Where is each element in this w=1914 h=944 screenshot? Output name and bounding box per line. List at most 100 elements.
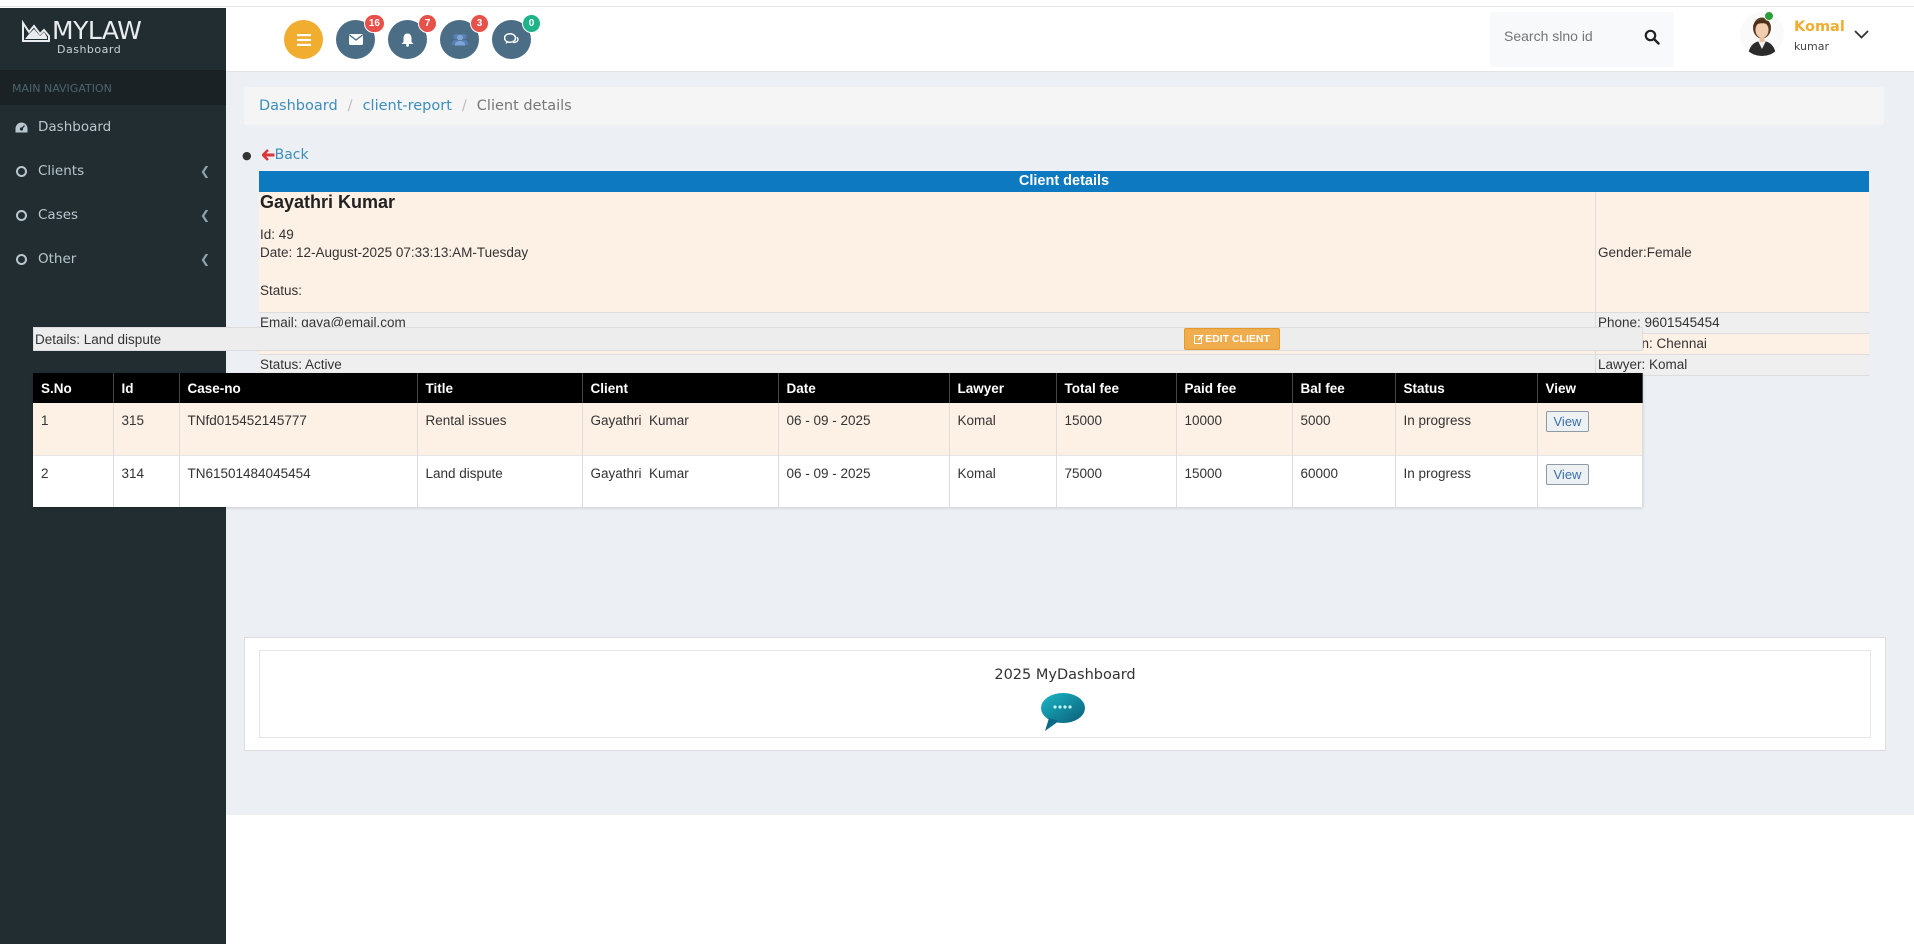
back-label: Back [274, 147, 309, 163]
users-badge: 3 [470, 14, 489, 33]
messages-badge: 16 [363, 14, 385, 33]
column-header: Case-no [179, 373, 418, 403]
sidebar-item-clients[interactable]: Clients ❮ [0, 149, 226, 193]
cell-paid-fee: 10000 [1176, 403, 1293, 455]
cell-bal-fee: 60000 [1292, 454, 1396, 507]
column-header: Total fee [1056, 373, 1177, 403]
sidebar-item-label: Clients [38, 163, 85, 179]
circle-icon [14, 165, 28, 177]
notifications-button[interactable]: 7 [388, 14, 437, 59]
client-details-note-row: Details: Land dispute [33, 327, 1643, 351]
search-box [1490, 12, 1674, 67]
users-icon [451, 33, 468, 46]
cell-id: 314 [113, 454, 180, 507]
sidebar-item-label: Other [38, 251, 77, 267]
search-input[interactable] [1504, 28, 1634, 44]
cases-table: S.No Id Case-no Title Client Date Lawyer… [33, 373, 1643, 507]
column-header: Date [778, 373, 950, 403]
messages-button[interactable]: 16 [336, 14, 385, 59]
column-header: Client [582, 373, 779, 403]
cell-sno: 2 [33, 454, 114, 507]
cell-paid-fee: 15000 [1176, 454, 1293, 507]
mountain-logo-icon [22, 19, 50, 42]
breadcrumb-current: Client details [476, 98, 572, 114]
user-subtitle: kumar [1794, 40, 1829, 53]
cell-date: 06 - 09 - 2025 [778, 454, 950, 507]
client-gender: Gender:Female [1598, 244, 1692, 260]
users-button[interactable]: 3 [440, 14, 489, 59]
sidebar-item-label: Cases [38, 207, 79, 223]
cell-case-no: TN61501484045454 [179, 454, 418, 507]
breadcrumb: Dashboard / client-report / Client detai… [244, 87, 1884, 125]
client-date: Date: 12-August-2025 07:33:13:AM-Tuesday [260, 245, 529, 260]
chat-button[interactable]: 0 [492, 14, 541, 59]
breadcrumb-dashboard-link[interactable]: Dashboard [259, 98, 338, 114]
sidebar-item-label: Dashboard [38, 119, 112, 135]
client-id: Id: 49 [260, 227, 294, 242]
cell-sno: 1 [33, 403, 114, 455]
brand-sub: Dashboard [57, 43, 122, 56]
client-summary-row: Gayathri Kumar Id: 49 Date: 12-August-20… [259, 192, 1869, 313]
table-header-row: S.No Id Case-no Title Client Date Lawyer… [33, 373, 1643, 403]
column-header: S.No [33, 373, 114, 403]
hamburger-icon [296, 33, 311, 46]
edit-icon [1194, 334, 1204, 344]
cell-case-no: TNfd015452145777 [179, 403, 418, 455]
client-details-header: Client details [259, 171, 1869, 192]
sidebar-item-other[interactable]: Other ❮ [0, 237, 226, 281]
search-icon[interactable] [1644, 29, 1660, 45]
user-photo-icon [1740, 12, 1784, 56]
breadcrumb-separator: / [347, 98, 353, 114]
chevron-left-icon: ❮ [199, 208, 210, 222]
client-name: Gayathri Kumar [260, 192, 396, 212]
cell-client: Gayathri Kumar [582, 454, 779, 507]
column-header: Lawyer [949, 373, 1057, 403]
nav-header: MAIN NAVIGATION [0, 70, 226, 105]
brand-logo[interactable]: MYLAW Dashboard [0, 8, 226, 70]
client-status-label: Status: [260, 283, 303, 298]
chat-icon [504, 33, 519, 44]
column-header: Status [1395, 373, 1538, 403]
chevron-left-icon: ❮ [199, 252, 210, 266]
top-navbar: 16 7 3 0 Komal kumar [226, 8, 1914, 72]
brand-name: MYLAW [52, 16, 142, 45]
cell-lawyer: Komal [949, 403, 1057, 455]
user-name[interactable]: Komal [1794, 19, 1845, 35]
cell-lawyer: Komal [949, 454, 1057, 507]
menu-toggle-button[interactable] [284, 20, 323, 59]
client-details-note: Details: Land dispute [35, 332, 162, 347]
chat-badge: 0 [522, 14, 541, 33]
cell-id: 315 [113, 403, 180, 455]
cell-total-fee: 15000 [1056, 403, 1177, 455]
cell-title: Land dispute [417, 454, 583, 507]
view-case-button[interactable]: View [1545, 411, 1590, 432]
sidebar-item-dashboard[interactable]: Dashboard [0, 105, 226, 149]
circle-icon [14, 253, 28, 265]
circle-icon [14, 209, 28, 221]
edit-client-button[interactable]: EDIT CLIENT [1184, 328, 1280, 350]
cell-view: View [1537, 454, 1643, 507]
chevron-down-icon[interactable] [1854, 30, 1869, 39]
table-row: 1 315 TNfd015452145777 Rental issues Gay… [33, 403, 1643, 455]
table-row: 2 314 TN61501484045454 Land dispute Gaya… [33, 454, 1643, 507]
online-status-dot [1764, 11, 1774, 21]
avatar[interactable] [1740, 12, 1784, 56]
envelope-icon [348, 34, 363, 45]
cell-total-fee: 75000 [1056, 454, 1177, 507]
column-header: Id [113, 373, 180, 403]
cell-date: 06 - 09 - 2025 [778, 403, 950, 455]
client-lawyer: Lawyer: Komal [1598, 357, 1688, 372]
notifications-badge: 7 [418, 14, 437, 33]
edit-client-label: EDIT CLIENT [1205, 333, 1270, 345]
cell-view: View [1537, 403, 1643, 455]
top-edge [0, 0, 1914, 7]
sidebar-item-cases[interactable]: Cases ❮ [0, 193, 226, 237]
bell-icon [401, 33, 414, 47]
list-bullet: ● [242, 148, 252, 162]
breadcrumb-client-report-link[interactable]: client-report [363, 98, 452, 114]
view-case-button[interactable]: View [1545, 463, 1590, 485]
back-link[interactable]: ● Back [242, 147, 309, 163]
dashboard-icon [14, 122, 28, 133]
column-header: Title [417, 373, 583, 403]
cell-status: In progress [1395, 454, 1538, 507]
